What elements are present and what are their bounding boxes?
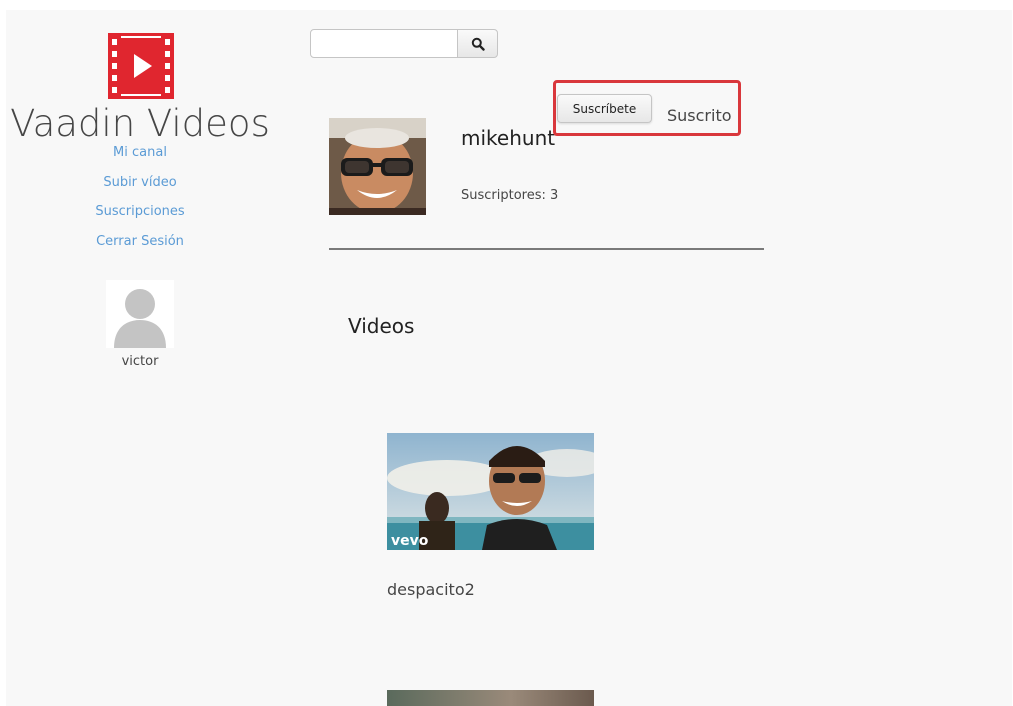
subscriber-count: Suscriptores: 3	[461, 188, 559, 203]
vevo-watermark: vevo	[391, 533, 429, 549]
search-icon	[471, 37, 485, 51]
channel-avatar-image	[329, 118, 426, 215]
video-thumbnail[interactable]	[387, 690, 594, 706]
user-name: victor	[121, 354, 159, 369]
app-window: Vaadin Videos Mi canal Subir vídeo Suscr…	[6, 10, 1012, 706]
search-input[interactable]	[310, 29, 458, 58]
video-title[interactable]: despacito2	[387, 580, 475, 599]
subscription-status: Suscrito	[667, 106, 732, 125]
header-divider	[329, 248, 764, 250]
subscribe-button[interactable]: Suscríbete	[557, 94, 652, 123]
user-avatar[interactable]	[106, 280, 174, 348]
sidebar-item-cerrar-sesion[interactable]: Cerrar Sesión	[6, 232, 274, 262]
search-button[interactable]	[457, 29, 498, 58]
brand-title: Vaadin Videos	[10, 102, 270, 145]
vaadin-videos-logo[interactable]	[108, 33, 174, 99]
video-thumbnail-image: vevo	[387, 433, 594, 550]
sidebar-nav: Mi canal Subir vídeo Suscripciones Cerra…	[6, 143, 274, 261]
channel-name: mikehunt	[461, 126, 556, 150]
film-play-icon	[108, 33, 174, 99]
channel-avatar	[329, 118, 426, 215]
videos-section-title: Videos	[348, 314, 415, 338]
sidebar-item-mi-canal[interactable]: Mi canal	[6, 143, 274, 173]
sidebar-item-subir-video[interactable]: Subir vídeo	[6, 173, 274, 203]
video-thumbnail[interactable]: vevo	[387, 433, 594, 550]
sidebar-item-suscripciones[interactable]: Suscripciones	[6, 202, 274, 232]
user-silhouette-icon	[114, 289, 166, 348]
